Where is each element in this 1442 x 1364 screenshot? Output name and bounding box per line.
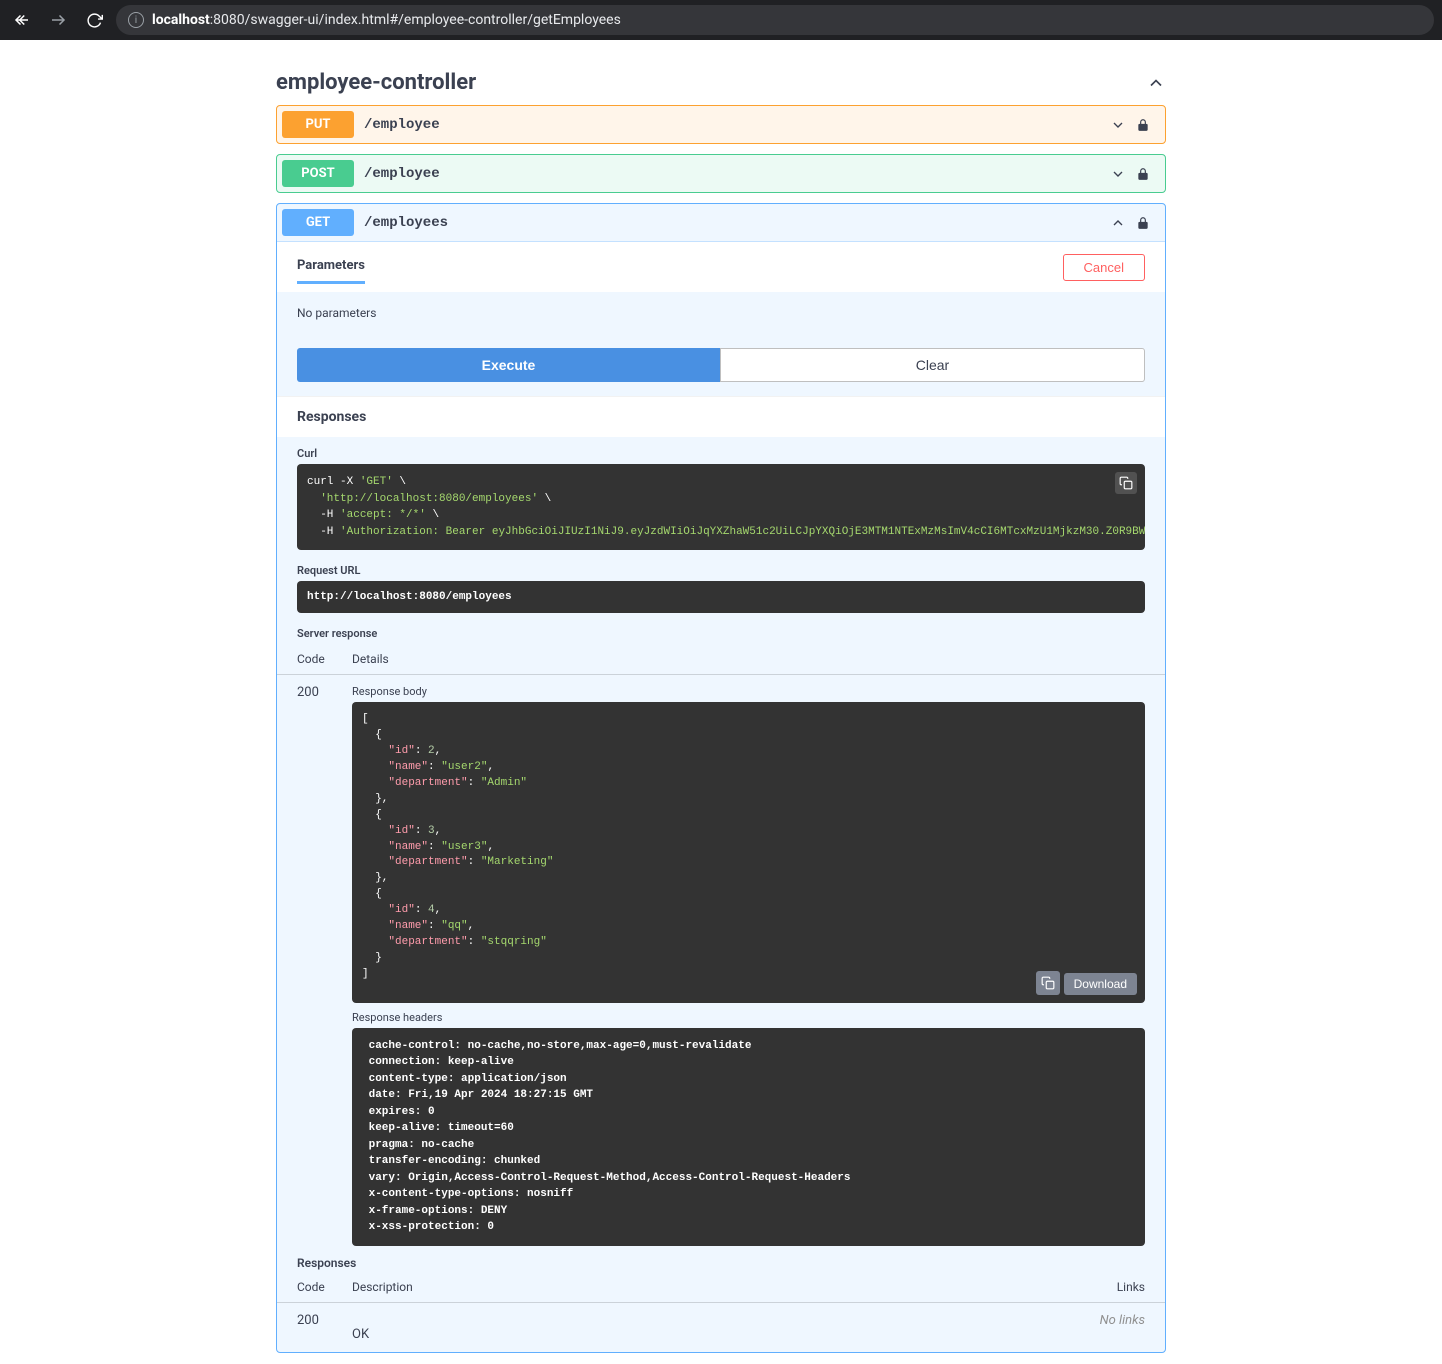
copy-icon[interactable] [1036,971,1060,995]
curl-label: Curl [297,447,1145,460]
browser-toolbar: i localhost:8080/swagger-ui/index.html#/… [0,0,1442,40]
operation-post-employee: POST /employee [276,154,1166,193]
arrow-right-icon [49,11,67,29]
col-details: Details [352,652,1145,666]
parameters-tab[interactable]: Parameters [297,250,365,284]
tag-header[interactable]: employee-controller [276,60,1166,105]
responses-doc-row: 200 OK No links [277,1303,1165,1352]
response-table-header: Code Details [277,648,1165,675]
download-button[interactable]: Download [1064,973,1137,995]
doc-code: 200 [297,1313,352,1342]
server-response-label: Server response [297,627,1145,640]
operation-path: /employees [364,215,1110,231]
chevron-up-icon [1110,215,1126,231]
responses-doc-heading: Responses [297,1256,1145,1270]
col-code: Code [297,1280,352,1294]
operation-path: /employee [364,166,1110,182]
copy-icon[interactable] [1115,472,1137,494]
tag-name: employee-controller [276,70,476,95]
execute-button[interactable]: Execute [297,348,720,382]
operation-put-employee: PUT /employee [276,105,1166,144]
doc-description: OK [352,1313,1085,1342]
responses-heading: Responses [277,396,1165,437]
clear-button[interactable]: Clear [720,348,1145,382]
info-icon: i [128,12,144,28]
url-bar[interactable]: i localhost:8080/swagger-ui/index.html#/… [116,5,1434,35]
parameters-header: Parameters Cancel [277,242,1165,292]
url-text: localhost:8080/swagger-ui/index.html#/em… [152,12,621,28]
operation-summary[interactable]: PUT /employee [277,106,1165,143]
nav-reload-button[interactable] [80,6,108,34]
operation-summary[interactable]: POST /employee [277,155,1165,192]
doc-links: No links [1085,1313,1145,1342]
nav-forward-button[interactable] [44,6,72,34]
request-url-label: Request URL [297,564,1145,577]
method-badge-put: PUT [282,111,354,138]
curl-box: curl -X 'GET' \ 'http://localhost:8080/e… [297,464,1145,550]
arrow-left-icon [13,11,31,29]
col-links: Links [1085,1280,1145,1294]
response-row-200: 200 Response body [ { "id": 2, "name": "… [277,675,1165,1246]
no-parameters-text: No parameters [277,292,1165,334]
response-headers-label: Response headers [352,1011,1145,1024]
operation-path: /employee [364,117,1110,133]
operation-summary[interactable]: GET /employees [277,204,1165,241]
response-body-box: [ { "id": 2, "name": "user2", "departmen… [352,702,1145,1003]
method-badge-get: GET [282,209,354,236]
cancel-button[interactable]: Cancel [1063,254,1145,281]
method-badge-post: POST [282,160,354,187]
request-url-value: http://localhost:8080/employees [307,591,512,603]
response-body-label: Response body [352,685,1145,698]
response-headers-box: cache-control: no-cache,no-store,max-age… [352,1028,1145,1246]
response-headers-text: cache-control: no-cache,no-store,max-age… [362,1038,1135,1236]
chevron-up-icon [1146,73,1166,93]
request-url-box: http://localhost:8080/employees [297,581,1145,613]
reload-icon [86,12,103,29]
col-description: Description [352,1280,1085,1294]
chevron-down-icon [1110,166,1126,182]
lock-icon[interactable] [1136,118,1150,132]
chevron-down-icon [1110,117,1126,133]
operation-get-employees: GET /employees Parameters Cancel No para… [276,203,1166,1353]
lock-icon[interactable] [1136,167,1150,181]
col-code: Code [297,652,352,666]
responses-doc-header: Code Description Links [277,1276,1165,1303]
status-code: 200 [297,685,352,1246]
nav-back-button[interactable] [8,6,36,34]
lock-icon[interactable] [1136,216,1150,230]
